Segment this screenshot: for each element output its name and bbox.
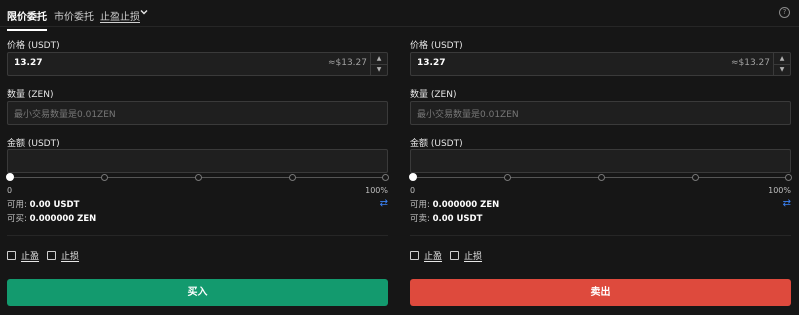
can-sell-value: 0.00 USDT (432, 214, 483, 224)
available-value: 0.00 USDT (29, 200, 80, 210)
slider-min-label: 0 (410, 186, 416, 195)
price-value: 13.27 (14, 58, 43, 68)
can-buy-value: 0.000000 ZEN (29, 214, 97, 224)
can-sell-label: 可卖: (410, 214, 430, 224)
slider-mark-100[interactable] (785, 174, 792, 181)
checkbox-icon[interactable] (450, 251, 459, 260)
swap-arrows-icon[interactable]: ⇄ (783, 198, 791, 209)
available-label: 可用: (7, 200, 27, 210)
price-approx: ≈$13.27 (730, 58, 770, 68)
can-buy-label: 可买: (7, 214, 27, 224)
quantity-input[interactable]: 最小交易数量是0.01ZEN (410, 101, 791, 125)
price-input[interactable]: 13.27 ≈$13.27 ▲ ▼ (7, 52, 388, 76)
slider-max-label: 100% (365, 186, 388, 195)
slider-mark-75[interactable] (289, 174, 296, 181)
quantity-placeholder: 最小交易数量是0.01ZEN (14, 110, 116, 120)
decrement-arrow-icon[interactable]: ▼ (371, 64, 387, 75)
amount-input[interactable] (7, 149, 388, 173)
buy-panel: 价格 (USDT) 13.27 ≈$13.27 ▲ ▼ 数量 (ZEN) 最小交… (6, 26, 389, 315)
quantity-label: 数量 (ZEN) (7, 90, 54, 100)
stop-loss-checkbox[interactable]: 止损 (450, 249, 482, 262)
slider-mark-25[interactable] (504, 174, 511, 181)
price-input[interactable]: 13.27 ≈$13.27 ▲ ▼ (410, 52, 791, 76)
price-approx: ≈$13.27 (327, 58, 367, 68)
amount-input[interactable] (410, 149, 791, 173)
stop-loss-label: 止损 (61, 252, 80, 262)
chevron-down-icon[interactable] (139, 7, 149, 17)
price-label: 价格 (USDT) (410, 41, 463, 51)
available-value: 0.000000 ZEN (432, 200, 500, 210)
slider-min-label: 0 (7, 186, 13, 195)
slider-handle[interactable] (6, 173, 14, 181)
tab-market-order[interactable]: 市价委托 (54, 8, 94, 23)
stop-loss-checkbox[interactable]: 止损 (47, 249, 79, 262)
buy-button[interactable]: 买入 (7, 279, 388, 306)
take-profit-checkbox[interactable]: 止盈 (7, 249, 39, 262)
slider-max-label: 100% (768, 186, 791, 195)
price-label: 价格 (USDT) (7, 41, 60, 51)
slider-mark-75[interactable] (692, 174, 699, 181)
checkbox-icon[interactable] (47, 251, 56, 260)
price-stepper[interactable]: ▲ ▼ (370, 53, 387, 75)
amount-label: 金额 (USDT) (7, 139, 60, 149)
swap-arrows-icon[interactable]: ⇄ (380, 198, 388, 209)
stop-loss-label: 止损 (464, 252, 483, 262)
help-icon[interactable]: ? (779, 7, 790, 18)
slider-mark-100[interactable] (382, 174, 389, 181)
divider (7, 235, 388, 236)
quantity-placeholder: 最小交易数量是0.01ZEN (417, 110, 519, 120)
checkbox-icon[interactable] (410, 251, 419, 260)
percentage-slider[interactable] (6, 172, 389, 184)
price-stepper[interactable]: ▲ ▼ (773, 53, 790, 75)
slider-mark-25[interactable] (101, 174, 108, 181)
quantity-label: 数量 (ZEN) (410, 90, 457, 100)
can-sell: 可卖: 0.00 USDT (410, 212, 482, 224)
slider-mark-50[interactable] (195, 174, 202, 181)
sell-panel: 价格 (USDT) 13.27 ≈$13.27 ▲ ▼ 数量 (ZEN) 最小交… (409, 26, 792, 315)
tab-limit-order[interactable]: 限价委托 (7, 8, 47, 31)
percentage-slider[interactable] (409, 172, 792, 184)
decrement-arrow-icon[interactable]: ▼ (774, 64, 790, 75)
tab-tp-sl[interactable]: 止盈止损 (100, 8, 140, 23)
take-profit-checkbox[interactable]: 止盈 (410, 249, 442, 262)
take-profit-label: 止盈 (21, 252, 40, 262)
slider-handle[interactable] (409, 173, 417, 181)
take-profit-label: 止盈 (424, 252, 443, 262)
quantity-input[interactable]: 最小交易数量是0.01ZEN (7, 101, 388, 125)
available-balance: 可用: 0.000000 ZEN (410, 198, 499, 210)
available-balance: 可用: 0.00 USDT (7, 198, 79, 210)
sell-button[interactable]: 卖出 (410, 279, 791, 306)
price-value: 13.27 (417, 58, 446, 68)
available-label: 可用: (410, 200, 430, 210)
divider (410, 235, 791, 236)
slider-mark-50[interactable] (598, 174, 605, 181)
amount-label: 金额 (USDT) (410, 139, 463, 149)
checkbox-icon[interactable] (7, 251, 16, 260)
order-type-tabs: 限价委托 市价委托 止盈止损 ? (0, 0, 799, 31)
can-buy: 可买: 0.000000 ZEN (7, 212, 96, 224)
